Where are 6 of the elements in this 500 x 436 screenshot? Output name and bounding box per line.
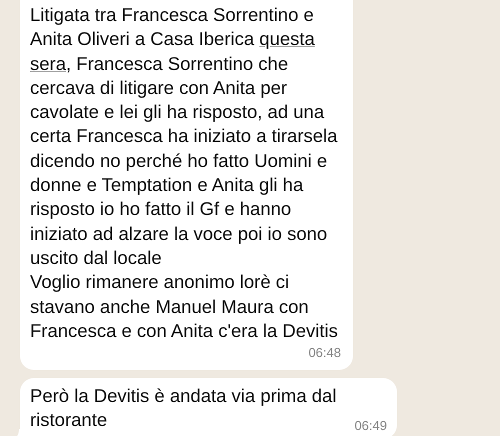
message-time: 06:49 (354, 418, 387, 433)
link[interactable]: questa (259, 28, 315, 50)
link[interactable]: sera (30, 52, 66, 74)
message-time: 06:48 (307, 345, 341, 360)
message-text: Però la Devitis è andata via prima dal ristorante (30, 384, 338, 432)
message-text: Litigata tra Francesca Sorrentino e Anita Oliveri a Casa Iberica questa sera, Francesca Sorrentino che cercava di litigare con Anita per cavolate e lei gli ha risposto, ad una certa Francesca ha iniziato a tirarsela dicendo no perché ho fatto Uomini e donne e Temptation e Anita gli ha risposto io ho fatto il Gf e hanno iniziato ad alzare la voce poi io sono uscito dal locale Voglio rimanere anonimo lorè ci stavano anche Manuel Maura con Francesca e con Anita c'era la Devitis (30, 3, 339, 343)
